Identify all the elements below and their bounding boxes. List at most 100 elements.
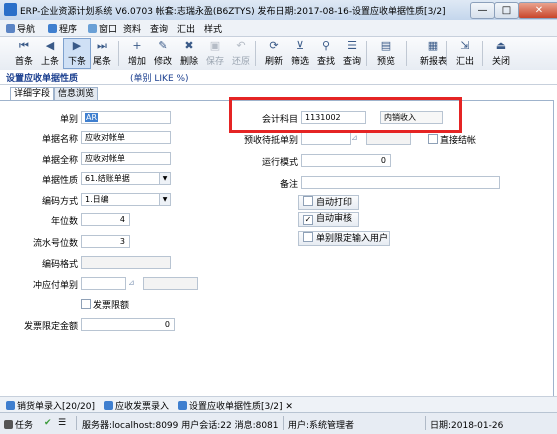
toolbar-button-label: 刷新 xyxy=(264,57,283,67)
auto-audit-checkbox[interactable]: ✓ xyxy=(303,215,313,225)
auto-print-label: 自动打印 xyxy=(316,198,353,208)
offset-lookup-icon[interactable]: ⊿ xyxy=(128,278,135,287)
toolbar-button-next-record[interactable]: ▶ 下条 xyxy=(63,38,91,69)
serial-digits-field[interactable]: 3 xyxy=(81,235,130,248)
auto-print-toggle[interactable]: 自动打印 xyxy=(298,195,359,210)
label-name: 单据名称 xyxy=(41,135,78,145)
form-title: 设置应收单据性质 xyxy=(6,74,79,84)
close-tab-icon[interactable]: ✕ xyxy=(285,402,293,412)
toolbar-button-last-record[interactable]: ⏭ 尾条 xyxy=(89,39,115,68)
year-digits-field[interactable]: 4 xyxy=(81,213,130,226)
encoding-dropdown-icon[interactable]: ▼ xyxy=(159,194,170,205)
toolbar-button-undo[interactable]: ↶ 还原 xyxy=(228,39,254,68)
doc-tab-invoice-entry-label: 应收发票录入 xyxy=(115,402,170,412)
toolbar-button-label: 新报表 xyxy=(420,57,448,67)
encoding-select[interactable]: 1.日编 ▼ xyxy=(81,193,171,206)
toolbar-button-label: 还原 xyxy=(231,57,250,67)
name-field[interactable]: 应收对帐单 xyxy=(81,131,171,144)
preview-icon: ▤ xyxy=(380,39,392,52)
toolbar-button-refresh[interactable]: ⟳ 刷新 xyxy=(261,39,287,68)
menu-query[interactable]: 查询 xyxy=(150,22,168,35)
format-field[interactable] xyxy=(81,256,171,269)
tab-details[interactable]: 详细字段 xyxy=(10,87,55,100)
nature-dropdown-icon[interactable]: ▼ xyxy=(159,173,170,184)
minimize-button[interactable]: — xyxy=(470,2,495,19)
auto-audit-toggle[interactable]: ✓ 自动审核 xyxy=(298,212,359,227)
close-button[interactable]: ✕ xyxy=(518,2,557,19)
add-icon: + xyxy=(132,39,142,52)
doc-tab-set-nature[interactable]: 设置应收单据性质[3/2] ✕ xyxy=(178,399,293,412)
toolbar-button-label: 保存 xyxy=(205,57,224,67)
menu-program[interactable]: 程序 xyxy=(48,22,77,35)
query-icon: ☰ xyxy=(347,39,357,52)
document-icon xyxy=(6,401,15,410)
doc-tab-invoice-entry[interactable]: 应收发票录入 xyxy=(104,399,169,412)
server-info: 服务器:localhost:8099 用户会话:22 消息:8081 xyxy=(82,421,279,431)
maximize-button[interactable]: □ xyxy=(494,2,519,19)
toolbar-button-edit[interactable]: ✎ 修改 xyxy=(150,39,176,68)
new-report-icon: ▦ xyxy=(427,39,439,52)
code-user-limit-checkbox[interactable] xyxy=(303,232,313,242)
label-pre-receive: 预收待抵单别 xyxy=(243,136,298,146)
pre-receive-field[interactable] xyxy=(301,132,351,145)
menu-window-label: 窗口 xyxy=(99,25,118,35)
code-user-limit-toggle[interactable]: 单别限定输入用户 xyxy=(298,231,390,246)
direct-close-checkbox[interactable] xyxy=(428,134,438,144)
menu-data[interactable]: 资料 xyxy=(123,22,141,35)
menu-style[interactable]: 样式 xyxy=(204,22,222,35)
tab-browse[interactable]: 信息浏览 xyxy=(54,87,99,100)
window-icon xyxy=(88,24,97,33)
toolbar-button-delete[interactable]: ✖ 删除 xyxy=(176,39,202,68)
toolbar-button-first-record[interactable]: ⏮ 首条 xyxy=(11,39,37,68)
label-year-digits: 年位数 xyxy=(50,217,78,227)
toolbar-button-export[interactable]: ⇲ 汇出 xyxy=(452,39,478,68)
toolbar-button-label: 上条 xyxy=(40,57,59,67)
status-menu-icon: ☰ xyxy=(58,418,67,428)
prev-record-icon: ◀ xyxy=(45,39,55,52)
toolbar-button-exit[interactable]: ⏏ 关闭 xyxy=(488,39,514,68)
offset-field[interactable] xyxy=(81,277,126,290)
save-icon: ▣ xyxy=(209,39,221,52)
toolbar-button-prev-record[interactable]: ◀ 上条 xyxy=(37,39,63,68)
toolbar-button-label: 查找 xyxy=(316,57,335,67)
code-user-limit-label: 单别限定输入用户 xyxy=(316,234,389,244)
toolbar-button-query[interactable]: ☰ 查询 xyxy=(339,39,365,68)
pre-receive-name-field xyxy=(366,132,411,145)
label-nature: 单据性质 xyxy=(41,176,78,186)
fullname-field[interactable]: 应收对帐单 xyxy=(81,152,171,165)
code-field[interactable]: AR xyxy=(81,111,171,124)
toolbar-button-filter[interactable]: ⊻ 筛选 xyxy=(287,39,313,68)
pre-receive-lookup-icon[interactable]: ⊿ xyxy=(351,133,358,142)
app-icon xyxy=(4,3,17,16)
toolbar-button-new-report[interactable]: ▦ 新报表 xyxy=(420,39,448,68)
doc-tab-sales-entry-label: 销货单录入[20/20] xyxy=(17,402,95,412)
task-label: 任务 xyxy=(15,421,34,431)
toolbar-button-find[interactable]: ⚲ 查找 xyxy=(313,39,339,68)
toolbar-button-save[interactable]: ▣ 保存 xyxy=(202,39,228,68)
menu-export[interactable]: 汇出 xyxy=(177,22,195,35)
invoice-limit-amount-field[interactable]: 0 xyxy=(81,318,175,331)
menu-window[interactable]: 窗口 xyxy=(88,22,117,35)
menu-nav[interactable]: 导航 xyxy=(6,22,35,35)
toolbar: ⏮ 首条 ◀ 上条 ▶ 下条 ⏭ 尾条 + 增加 ✎ 修改 ✖ 删除 ▣ 保存 ↶ 还原 ⟳ 刷新 ⊻ 筛选 ⚲ 查找 ☰ 查询 ▤… xyxy=(0,37,557,71)
status-bar: 任务 ✔ ☰ 服务器:localhost:8099 用户会话:22 消息:808… xyxy=(0,412,557,434)
form-filter: (单别 LIKE %) xyxy=(130,74,189,84)
auto-print-checkbox[interactable] xyxy=(303,196,313,206)
toolbar-button-label: 尾条 xyxy=(92,57,111,67)
task-button[interactable]: 任务 xyxy=(4,418,33,431)
status-ok-icon: ✔ xyxy=(44,418,52,428)
label-offset: 冲应付单别 xyxy=(32,281,78,291)
toolbar-button-label: 修改 xyxy=(153,57,172,67)
offset-name-field xyxy=(143,277,198,290)
nature-select[interactable]: 61.结账单据 ▼ xyxy=(81,172,171,185)
invoice-limit-checkbox[interactable] xyxy=(81,299,91,309)
run-mode-field[interactable]: 0 xyxy=(301,154,391,167)
toolbar-button-preview[interactable]: ▤ 预览 xyxy=(373,39,399,68)
document-icon xyxy=(178,401,187,410)
doc-tab-set-nature-label: 设置应收单据性质[3/2] xyxy=(189,402,283,412)
doc-tab-sales-entry[interactable]: 销货单录入[20/20] xyxy=(6,399,95,412)
last-record-icon: ⏭ xyxy=(97,39,107,52)
exit-icon: ⏏ xyxy=(495,39,507,52)
remark-field[interactable] xyxy=(301,176,500,189)
toolbar-button-add[interactable]: + 增加 xyxy=(124,39,150,68)
